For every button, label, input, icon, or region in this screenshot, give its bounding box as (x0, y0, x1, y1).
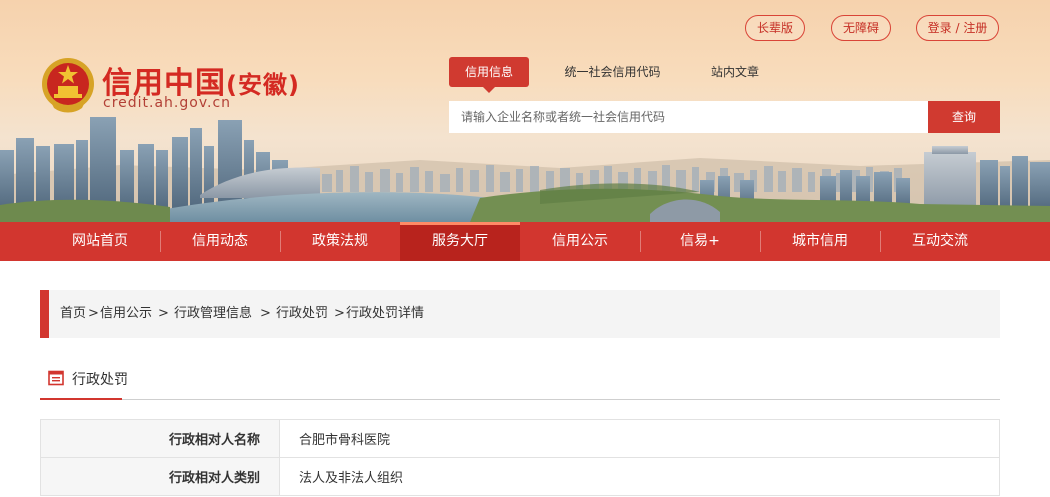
section-divider (40, 399, 1000, 400)
logo-region: (安徽) (226, 71, 300, 99)
main-nav: 网站首页 信用动态 政策法规 服务大厅 信用公示 信易+ 城市信用 互动交流 (0, 222, 1050, 261)
document-list-icon (48, 370, 64, 386)
breadcrumb-accent (40, 290, 49, 338)
nav-item-service-hall[interactable]: 服务大厅 (400, 222, 520, 261)
national-emblem-icon (42, 58, 94, 113)
nav-item-home[interactable]: 网站首页 (40, 222, 160, 261)
nav-item-interaction[interactable]: 互动交流 (880, 222, 1000, 261)
login-register-button[interactable]: 登录 / 注册 (916, 15, 999, 41)
nav-item-xinyi-plus[interactable]: 信易+ (640, 222, 760, 261)
breadcrumb-separator: > (334, 306, 345, 321)
breadcrumb-separator: > (88, 306, 99, 321)
breadcrumb-penalty-detail: 行政处罚详情 (346, 306, 425, 321)
table-row: 行政相对人名称 合肥市骨科医院 (40, 419, 1000, 458)
search-tab-credit-code[interactable]: 统一社会信用代码 (555, 57, 670, 87)
nav-item-policy[interactable]: 政策法规 (280, 222, 400, 261)
breadcrumb-penalty[interactable]: 行政处罚 (276, 290, 328, 338)
table-row: 行政相对人类别 法人及非法人组织 (40, 457, 1000, 496)
site-url: credit.ah.gov.cn (103, 95, 232, 111)
field-value: 法人及非法人组织 (279, 457, 1000, 496)
field-label: 行政相对人名称 (40, 419, 280, 458)
elder-mode-button[interactable]: 长辈版 (745, 15, 805, 41)
breadcrumb: 首页 > 信用公示 > 行政管理信息 > 行政处罚 > 行政处罚详情 (40, 290, 1000, 338)
field-value: 合肥市骨科医院 (279, 419, 1000, 458)
search-button[interactable]: 查询 (928, 101, 1000, 133)
breadcrumb-separator: > (158, 306, 169, 321)
penalty-detail-table: 行政相对人名称 合肥市骨科医院 行政相对人类别 法人及非法人组织 (40, 419, 1000, 496)
breadcrumb-separator: > (260, 306, 271, 321)
section-active-underline (40, 398, 122, 400)
search-input[interactable] (449, 101, 928, 133)
breadcrumb-home[interactable]: 首页 (60, 290, 86, 338)
breadcrumb-admin-info[interactable]: 行政管理信息 (174, 290, 252, 338)
nav-item-publicity[interactable]: 信用公示 (520, 222, 640, 261)
search-tab-credit-info[interactable]: 信用信息 (449, 57, 529, 93)
search-tab-site-articles[interactable]: 站内文章 (695, 57, 775, 87)
breadcrumb-credit-publicity[interactable]: 信用公示 (100, 290, 152, 338)
nav-item-news[interactable]: 信用动态 (160, 222, 280, 261)
accessibility-button[interactable]: 无障碍 (831, 15, 891, 41)
field-label: 行政相对人类别 (40, 457, 280, 496)
nav-item-city-credit[interactable]: 城市信用 (760, 222, 880, 261)
site-header: 信用中国(安徽) credit.ah.gov.cn 长辈版 无障碍 登录 / 注… (0, 0, 1050, 222)
section-title: 行政处罚 (72, 372, 128, 388)
